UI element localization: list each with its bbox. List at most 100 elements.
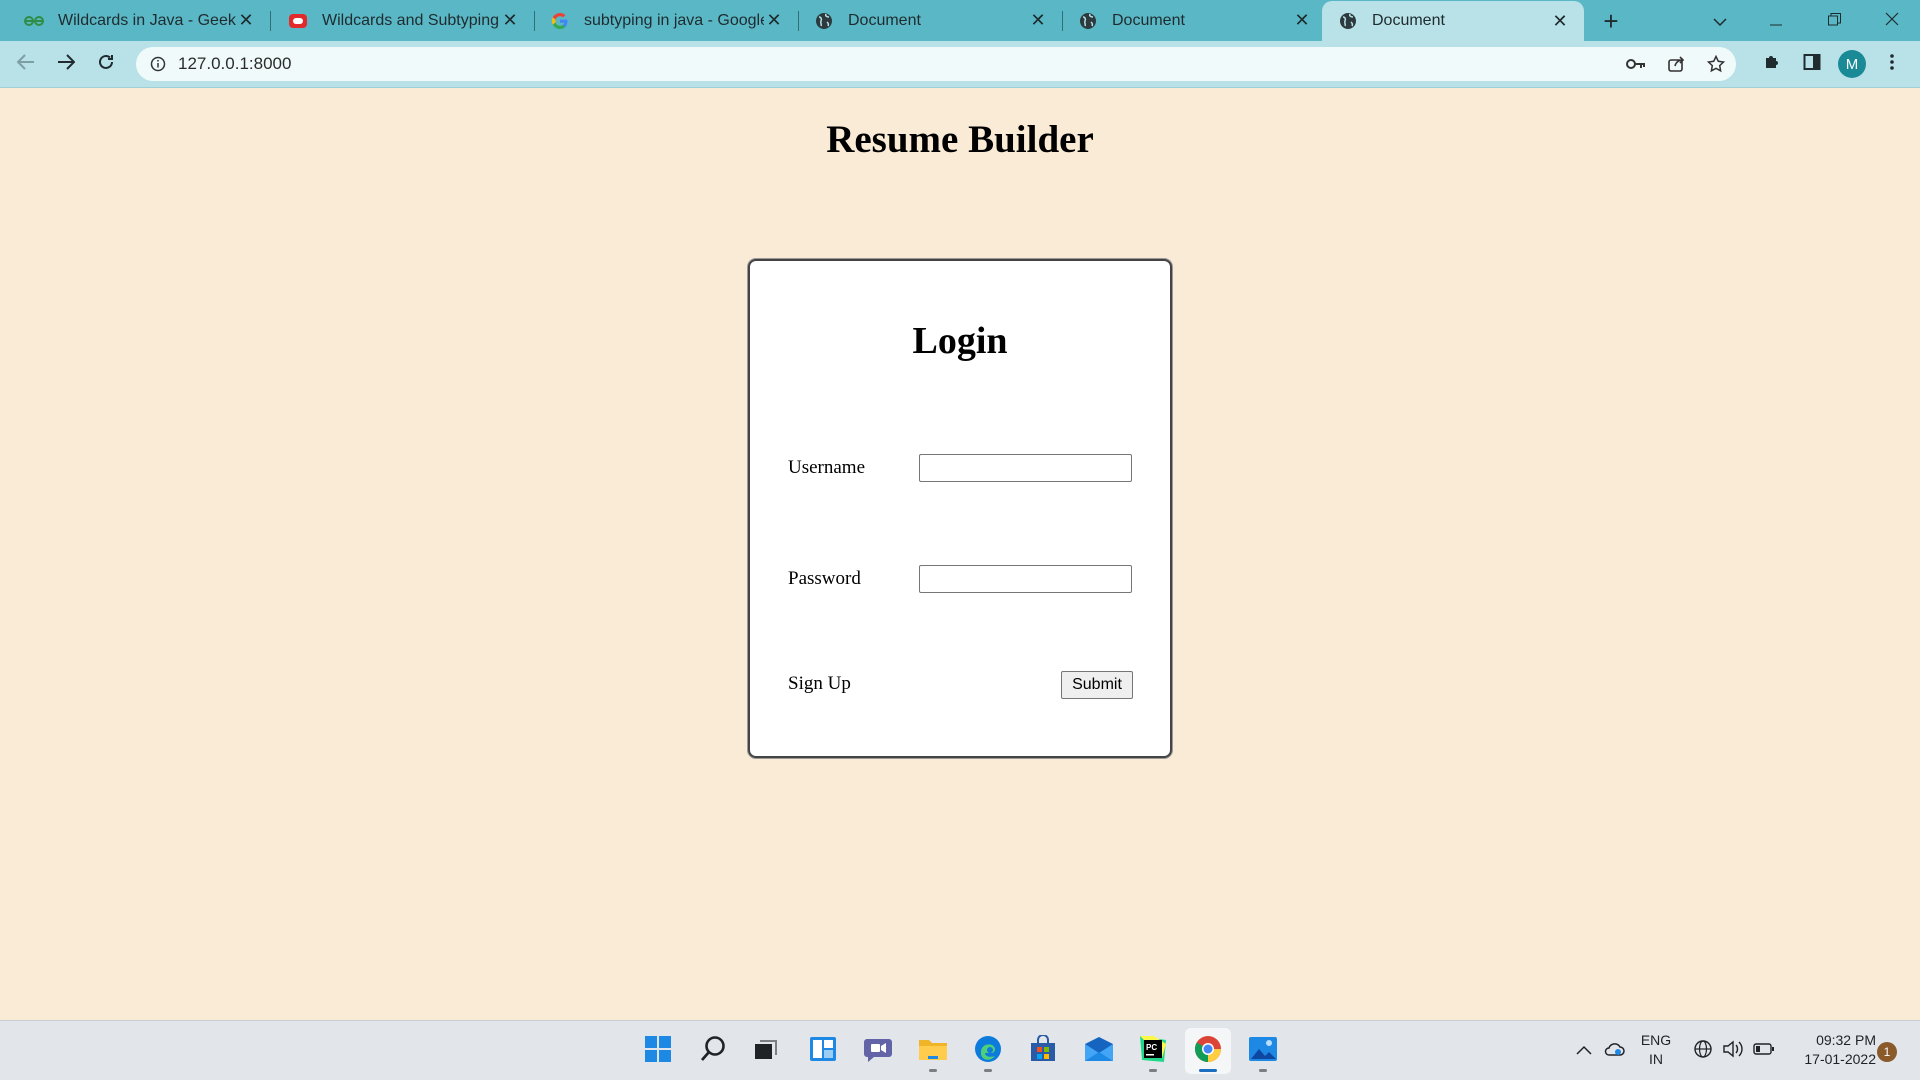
- password-label: Password: [788, 568, 861, 589]
- tab-oracle[interactable]: Wildcards and Subtyping (The Java ✕: [270, 0, 534, 41]
- volume-button[interactable]: [1720, 1021, 1746, 1080]
- side-panel-icon: [1803, 53, 1821, 76]
- close-tab-icon[interactable]: ✕: [764, 10, 784, 31]
- menu-button[interactable]: [1874, 48, 1910, 80]
- task-view-button[interactable]: [743, 1028, 789, 1074]
- reload-button[interactable]: [90, 48, 122, 80]
- chevron-up-icon: [1576, 1042, 1592, 1060]
- info-icon[interactable]: [148, 54, 168, 74]
- close-tab-icon[interactable]: ✕: [1550, 11, 1570, 31]
- tab-title: Document: [848, 11, 921, 29]
- input-language-button[interactable]: ENG IN: [1636, 1031, 1676, 1069]
- close-icon: [1885, 10, 1899, 31]
- close-tab-icon[interactable]: ✕: [1028, 10, 1048, 31]
- search-button[interactable]: [690, 1028, 736, 1074]
- mail-button[interactable]: [1076, 1028, 1122, 1074]
- date-text: 17-01-2022: [1804, 1051, 1876, 1067]
- username-input[interactable]: [919, 454, 1132, 482]
- minimize-button[interactable]: [1748, 0, 1804, 41]
- widgets-button[interactable]: [800, 1028, 846, 1074]
- speaker-icon: [1722, 1040, 1744, 1063]
- battery-button[interactable]: [1750, 1021, 1778, 1080]
- clock-button[interactable]: 09:32 PM 17-01-2022: [1786, 1031, 1876, 1069]
- close-window-button[interactable]: [1864, 0, 1920, 41]
- photos-icon: [1248, 1035, 1278, 1068]
- profile-button[interactable]: M: [1834, 48, 1870, 80]
- tab-title: Wildcards in Java - GeeksforGeeks: [58, 11, 236, 29]
- tab-title: Wildcards and Subtyping (The Java: [322, 11, 500, 29]
- restore-button[interactable]: [1806, 0, 1862, 41]
- new-tab-button[interactable]: +: [1596, 6, 1626, 36]
- notification-badge[interactable]: 1: [1877, 1042, 1897, 1062]
- login-heading: Login: [912, 320, 1008, 362]
- running-indicator: [929, 1069, 937, 1072]
- cloud-sync-button[interactable]: [1600, 1021, 1628, 1080]
- pycharm-button[interactable]: PC: [1130, 1028, 1176, 1074]
- back-button[interactable]: [10, 48, 42, 80]
- plus-icon: +: [1603, 5, 1619, 36]
- tab-strip: Wildcards in Java - GeeksforGeeks ✕ Wild…: [0, 0, 1920, 41]
- close-tab-icon[interactable]: ✕: [1292, 10, 1312, 31]
- more-vertical-icon: [1890, 53, 1894, 75]
- page-title: Resume Builder: [826, 118, 1094, 161]
- address-bar[interactable]: 127.0.0.1:8000: [136, 47, 1736, 81]
- widgets-icon: [809, 1035, 837, 1068]
- chrome-button[interactable]: [1185, 1028, 1231, 1074]
- store-icon: [1029, 1033, 1057, 1068]
- geeksforgeeks-icon: [24, 11, 44, 31]
- submit-button[interactable]: Submit: [1061, 671, 1133, 699]
- bookmark-star-icon[interactable]: [1696, 47, 1736, 81]
- tab-geeksforgeeks[interactable]: Wildcards in Java - GeeksforGeeks ✕: [0, 0, 270, 41]
- edge-button[interactable]: [965, 1028, 1011, 1074]
- start-icon: [644, 1035, 672, 1068]
- login-form: Login Username Password Sign Up Submit: [748, 259, 1172, 758]
- sign-up-link[interactable]: Sign Up: [788, 673, 851, 695]
- chevron-down-icon: [1713, 10, 1727, 31]
- language-text: ENG: [1640, 1032, 1672, 1048]
- tab-title: Document: [1112, 11, 1185, 29]
- key-icon[interactable]: [1616, 47, 1656, 81]
- search-icon: [699, 1035, 727, 1068]
- globe-icon: [1338, 11, 1358, 31]
- show-hidden-icons-button[interactable]: [1572, 1021, 1596, 1080]
- minimize-icon: [1770, 10, 1782, 31]
- region-text: IN: [1649, 1051, 1663, 1067]
- running-indicator: [1259, 1069, 1267, 1072]
- globe-icon: [814, 11, 834, 31]
- close-tab-icon[interactable]: ✕: [500, 10, 520, 31]
- username-label: Username: [788, 457, 866, 478]
- running-indicator: [984, 1069, 992, 1072]
- password-input[interactable]: [919, 565, 1132, 593]
- tab-title: subtyping in java - Google Search: [584, 11, 764, 29]
- close-tab-icon[interactable]: ✕: [236, 10, 256, 31]
- photos-button[interactable]: [1240, 1028, 1286, 1074]
- teams-chat-button[interactable]: [855, 1028, 901, 1074]
- tab-document-1[interactable]: Document ✕: [798, 0, 1062, 41]
- time-text: 09:32 PM: [1816, 1032, 1876, 1048]
- tab-document-active[interactable]: Document ✕: [1322, 1, 1584, 41]
- omnibox-actions: [1616, 47, 1736, 81]
- running-indicator: [1149, 1069, 1157, 1072]
- share-icon[interactable]: [1656, 47, 1696, 81]
- oracle-icon: [288, 11, 308, 31]
- start-button[interactable]: [635, 1028, 681, 1074]
- browser-toolbar: 127.0.0.1:8000 M: [0, 41, 1920, 88]
- pycharm-icon: PC: [1138, 1034, 1168, 1069]
- battery-icon: [1753, 1042, 1775, 1060]
- file-explorer-button[interactable]: [910, 1028, 956, 1074]
- extensions-button[interactable]: [1754, 48, 1790, 80]
- store-button[interactable]: [1020, 1028, 1066, 1074]
- network-button[interactable]: [1690, 1021, 1716, 1080]
- arrow-left-icon: [16, 53, 35, 75]
- cloud-icon: [1603, 1041, 1625, 1062]
- teams-chat-icon: [863, 1035, 893, 1068]
- google-icon: [550, 11, 570, 31]
- edge-icon: [973, 1034, 1003, 1069]
- task-view-icon: [752, 1035, 780, 1068]
- tab-search-button[interactable]: [1692, 0, 1748, 41]
- side-panel-button[interactable]: [1794, 48, 1830, 80]
- reload-icon: [97, 53, 115, 76]
- forward-button[interactable]: [50, 48, 82, 80]
- tab-google-search[interactable]: subtyping in java - Google Search ✕: [534, 0, 798, 41]
- tab-document-2[interactable]: Document ✕: [1062, 0, 1326, 41]
